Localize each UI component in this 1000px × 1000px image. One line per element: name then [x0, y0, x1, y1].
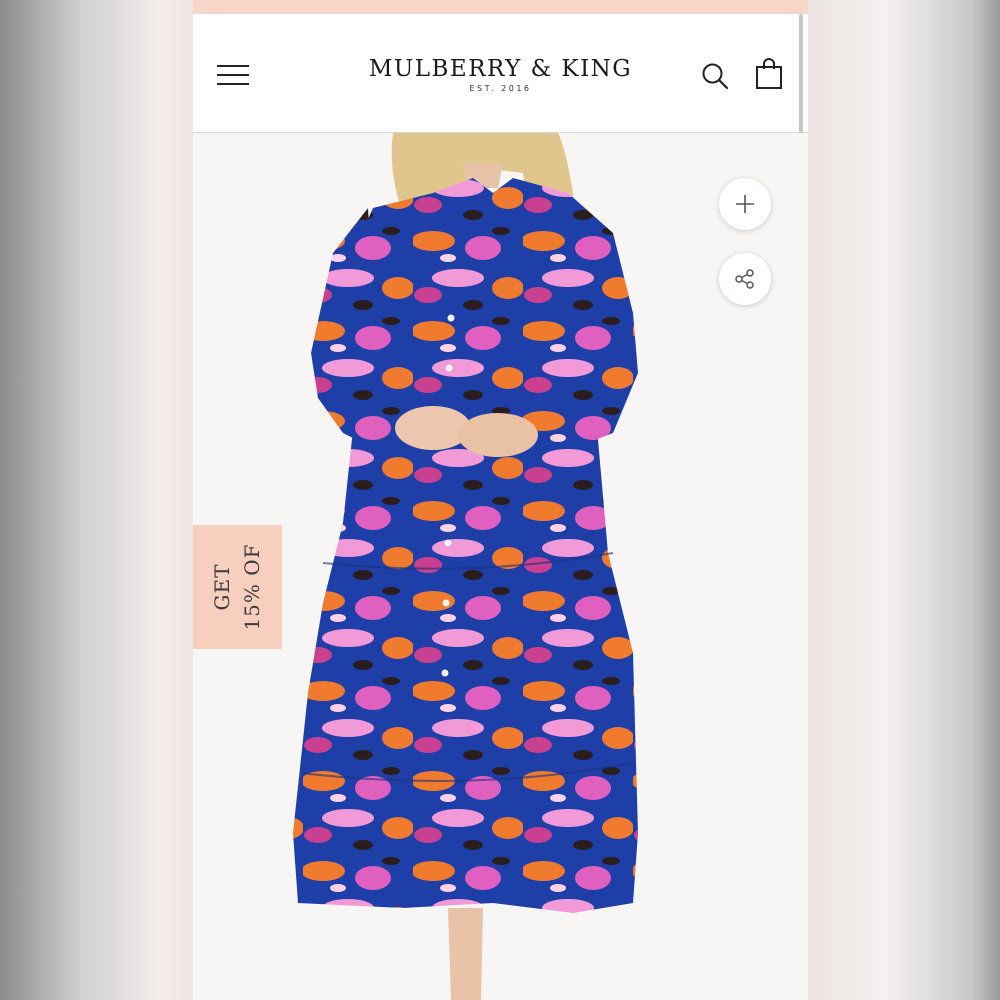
- promo-strip: [193, 0, 808, 14]
- search-button[interactable]: [701, 62, 729, 90]
- discount-text: GET 15% OF: [207, 543, 267, 630]
- share-icon: [735, 269, 754, 289]
- background-right: [808, 0, 1000, 1000]
- discount-line-1: GET: [210, 563, 234, 611]
- search-icon: [702, 63, 729, 90]
- cart-button[interactable]: [755, 58, 783, 90]
- shopping-bag-icon: [756, 58, 782, 89]
- phone-screen: MULBERRY & KING EST. 2016 GET 15% OF: [193, 0, 808, 1000]
- hamburger-menu-icon: [217, 65, 249, 67]
- discount-line-2: 15% OF: [240, 543, 264, 631]
- site-header: MULBERRY & KING EST. 2016: [193, 14, 808, 133]
- brand-established: EST. 2016: [469, 84, 532, 93]
- menu-button[interactable]: [217, 62, 251, 88]
- product-image[interactable]: [193, 133, 808, 1000]
- plus-icon: [736, 195, 754, 213]
- share-button[interactable]: [719, 253, 771, 305]
- brand-logo[interactable]: MULBERRY & KING EST. 2016: [343, 56, 658, 93]
- discount-popup-tab[interactable]: GET 15% OF: [193, 525, 282, 649]
- brand-name: MULBERRY & KING: [368, 56, 633, 82]
- zoom-button[interactable]: [719, 178, 771, 230]
- product-photo: [293, 133, 638, 1000]
